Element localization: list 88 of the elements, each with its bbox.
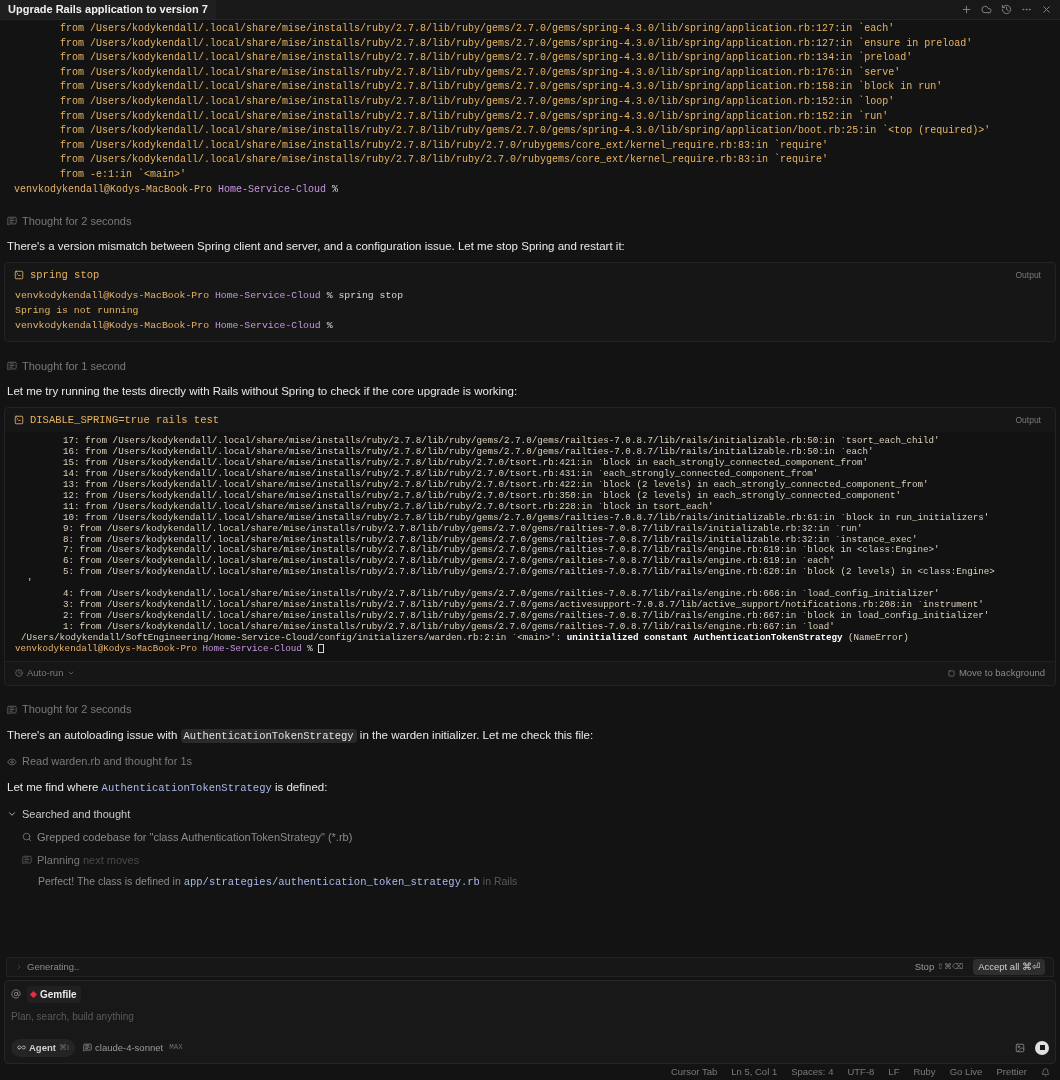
- prompt-line: venvkodykendall@Kodys-MacBook-Pro Home-Service-Cloud %: [15, 643, 1045, 655]
- status-item[interactable]: LF: [888, 1064, 900, 1080]
- terminal-icon: [14, 415, 24, 426]
- trace-line: ': [26, 578, 34, 590]
- cloud-icon[interactable]: [981, 4, 992, 15]
- message-text: Let me try running the tests directly with Rails without Spring to check if the core upgrade is working:: [6, 384, 519, 400]
- group-toggle[interactable]: Searched and thought: [0, 805, 131, 823]
- thought-icon: [7, 704, 17, 715]
- output-line: Spring is not running: [15, 303, 140, 318]
- context-chip[interactable]: Gemfile: [27, 985, 81, 1003]
- trace-line: from /Users/kodykendall/.local/share/mise/installs/ruby/2.7.8/lib/ruby/gems/2.7.0/gems/spring-4.3.0/lib/spring/application.rb:134:in `preload': [59, 51, 914, 66]
- trace-line: from /Users/kodykendall/.local/share/mise/installs/ruby/2.7.8/lib/ruby/gems/2.7.0/gems/spring-4.3.0/lib/spring/application/boot.rb:25:in `<top (required)>': [59, 124, 992, 139]
- trace-line: 6: from /Users/kodykendall/.local/share/mise/installs/ruby/2.7.8/lib/ruby/gems/2.7.0/gems/railties-7.0.8.7/lib/rails/engine.rb:619:in `each': [62, 556, 836, 567]
- window-title[interactable]: Upgrade Rails application to version 7: [0, 0, 216, 19]
- trace-line: 12: from /Users/kodykendall/.local/share/mise/installs/ruby/2.7.8/lib/ruby/2.7.0/tsort.rb:350:in `block (2 levels) in each_strongly_connected_component': [62, 490, 903, 502]
- message-text: There's a version mismatch between Spring client and server, and a configuration issue. Let me stop Spring and restart it:: [6, 239, 626, 255]
- trace-line: 15: from /Users/kodykendall/.local/share/mise/installs/ruby/2.7.8/lib/ruby/2.7.0/tsort.rb:421:in `block in each_strongly_connected_component_from': [62, 458, 869, 469]
- prompt-line: venvkodykendall@Kodys-MacBook-Pro Home-Service-Cloud %: [15, 318, 334, 333]
- bell-icon[interactable]: [1041, 1067, 1050, 1077]
- accept-all-button[interactable]: Accept all ⌘⏎: [973, 958, 1045, 975]
- trace-line: 1: from /Users/kodykendall/.local/share/mise/installs/ruby/2.7.8/lib/ruby/gems/2.7.0/gems/railties-7.0.8.7/lib/rails/engine.rb:667:in `load': [62, 621, 836, 633]
- activity-label[interactable]: Read warden.rb and thought for 1s: [22, 753, 192, 770]
- stop-button[interactable]: Stop: [914, 959, 935, 974]
- prompt-line: venvkodykendall@Kodys-MacBook-Pro Home-Service-Cloud % spring stop: [15, 289, 405, 304]
- trace-line: 5: from /Users/kodykendall/.local/share/mise/installs/ruby/2.7.8/lib/ruby/gems/2.7.0/gems/railties-7.0.8.7/lib/rails/engine.rb:620:in `block (2 levels) in <class:Engine>: [62, 567, 996, 579]
- thought-icon: [22, 854, 32, 865]
- terminal-command: DISABLE_SPRING=true rails test: [30, 412, 220, 428]
- trace-line: 14: from /Users/kodykendall/.local/share/mise/installs/ruby/2.7.8/lib/ruby/2.7.0/tsort.rb:431:in `each_strongly_connected_component_from': [62, 469, 820, 480]
- shortcut-hint: ⇧⌘⌫: [937, 960, 964, 973]
- status-item[interactable]: Spaces: 4: [791, 1064, 834, 1080]
- terminal-icon: [14, 270, 24, 281]
- chat-icon: [83, 1043, 92, 1053]
- trace-line: 8: from /Users/kodykendall/.local/share/mise/installs/ruby/2.7.8/lib/ruby/gems/2.7.0/gems/railties-7.0.8.7/lib/rails/initializable.rb:32:in `instance_exec': [62, 534, 919, 545]
- message-text: There's an autoloading issue with AuthenticationTokenStrategy in the warden initializer. Let me check this file:: [6, 727, 595, 745]
- infinity-icon: [17, 1043, 26, 1053]
- status-item[interactable]: Go Live: [949, 1064, 983, 1080]
- trace-line: 9: from /Users/kodykendall/.local/share/mise/installs/ruby/2.7.8/lib/ruby/gems/2.7.0/gems/railties-7.0.8.7/lib/rails/initializable.rb:32:in `run': [62, 523, 864, 535]
- status-item[interactable]: Ruby: [913, 1064, 936, 1080]
- trace-line: from /Users/kodykendall/.local/share/mise/installs/ruby/2.7.8/lib/ruby/gems/2.7.0/gems/spring-4.3.0/lib/spring/application.rb:127:in `ensure in preload': [59, 36, 974, 51]
- trace-line: 11: from /Users/kodykendall/.local/share/mise/installs/ruby/2.7.8/lib/ruby/2.7.0/tsort.rb:228:in `block in tsort_each': [62, 501, 715, 513]
- status-item[interactable]: UTF-8: [847, 1064, 875, 1080]
- chevron-icon: [15, 962, 23, 971]
- trace-line: 17: from /Users/kodykendall/.local/share/mise/installs/ruby/2.7.8/lib/ruby/gems/2.7.0/gems/railties-7.0.8.7/lib/rails/initializable.rb:50:in `tsort_each_child': [62, 436, 941, 447]
- clock-icon: [15, 669, 23, 678]
- thought-label[interactable]: Thought for 2 seconds: [22, 212, 132, 230]
- history-icon[interactable]: [1001, 4, 1012, 15]
- add-icon[interactable]: [961, 4, 972, 15]
- trace-line: from /Users/kodykendall/.local/share/mise/installs/ruby/2.7.8/lib/ruby/gems/2.7.0/gems/spring-4.3.0/lib/spring/application.rb:158:in `block in run': [59, 80, 944, 95]
- status-item[interactable]: Cursor Tab: [670, 1064, 718, 1080]
- thought-icon: [7, 361, 17, 372]
- trace-line: from /Users/kodykendall/.local/share/mise/installs/ruby/2.7.8/lib/ruby/gems/2.7.0/gems/spring-4.3.0/lib/spring/application.rb:176:in `serve': [59, 65, 902, 80]
- trace-line: from /Users/kodykendall/.local/share/mise/installs/ruby/2.7.8/lib/ruby/gems/2.7.0/gems/spring-4.3.0/lib/spring/application.rb:127:in `each': [59, 22, 896, 36]
- auto-run-dropdown[interactable]: Auto-run: [15, 665, 76, 681]
- trace-line: 13: from /Users/kodykendall/.local/share/mise/installs/ruby/2.7.8/lib/ruby/2.7.0/tsort.rb:422:in `block (2 levels) in each_strongly_connected_component_from': [62, 480, 930, 491]
- status-item[interactable]: Prettier: [996, 1064, 1027, 1080]
- thought-icon: [7, 216, 17, 227]
- message-text: Let me find where AuthenticationTokenStrategy is defined:: [6, 779, 329, 796]
- eye-icon: [7, 756, 17, 767]
- trace-line: 2: from /Users/kodykendall/.local/share/mise/installs/ruby/2.7.8/lib/ruby/gems/2.7.0/gems/railties-7.0.8.7/lib/rails/engine.rb:667:in `block in load_config_initializer': [62, 610, 991, 622]
- trace-line: 16: from /Users/kodykendall/.local/share/mise/installs/ruby/2.7.8/lib/ruby/gems/2.7.0/gems/railties-7.0.8.7/lib/rails/initializable.rb:50:in `each': [62, 447, 875, 458]
- ruby-icon: [29, 990, 38, 998]
- prompt-line: venvkodykendall@Kodys-MacBook-Pro Home-Service-Cloud %: [14, 182, 340, 197]
- move-to-background-button[interactable]: Move to background: [947, 665, 1045, 681]
- thought-label[interactable]: Thought for 2 seconds: [22, 701, 132, 718]
- prompt-field[interactable]: Plan, search, build anything: [11, 1008, 1049, 1024]
- output-button[interactable]: Output: [1011, 414, 1045, 427]
- trace-line: from /Users/kodykendall/.local/share/mise/installs/ruby/2.7.8/lib/ruby/gems/2.7.0/gems/spring-4.3.0/lib/spring/application.rb:152:in `loop': [59, 94, 896, 109]
- error-line: /Users/kodykendall/SoftEngineering/Home-Service-Cloud/config/initializers/warden.rb:2:in `<main>': uninitialized constant AuthenticationTokenStrategy (NameError): [20, 632, 910, 644]
- trace-line: 10: from /Users/kodykendall/.local/share/mise/installs/ruby/2.7.8/lib/ruby/gems/2.7.0/gems/railties-7.0.8.7/lib/rails/initializable.rb:61:in `block in run_initializers': [62, 512, 991, 524]
- trace-line: from /Users/kodykendall/.local/share/mise/installs/ruby/2.7.8/lib/ruby/2.7.0/rubygems/core_ext/kernel_require.rb:83:in `require': [59, 153, 830, 168]
- status-item[interactable]: Ln 5, Col 1: [731, 1064, 778, 1080]
- thought-label[interactable]: Thought for 1 second: [22, 357, 126, 375]
- terminal-command: spring stop: [30, 267, 100, 283]
- trace-line: from /Users/kodykendall/.local/share/mise/installs/ruby/2.7.8/lib/ruby/gems/2.7.0/gems/spring-4.3.0/lib/spring/application.rb:152:in `run': [59, 109, 890, 124]
- trace-line: from /Users/kodykendall/.local/share/mise/installs/ruby/2.7.8/lib/ruby/2.7.0/rubygems/core_ext/kernel_require.rb:83:in `require': [59, 138, 830, 153]
- output-button[interactable]: Output: [1011, 269, 1045, 282]
- search-icon: [22, 832, 32, 843]
- generating-label: Generating..: [27, 959, 80, 974]
- image-icon[interactable]: [1015, 1042, 1025, 1053]
- stop-generation-button[interactable]: [1035, 1040, 1049, 1055]
- trace-line: 7: from /Users/kodykendall/.local/share/mise/installs/ruby/2.7.8/lib/ruby/gems/2.7.0/gems/railties-7.0.8.7/lib/rails/engine.rb:619:in `block in <class:Engine>': [62, 545, 941, 556]
- close-icon[interactable]: [1041, 4, 1052, 15]
- trace-line: 3: from /Users/kodykendall/.local/share/mise/installs/ruby/2.7.8/lib/ruby/gems/2.7.0/gems/activesupport-7.0.8.7/lib/active_support/notifications.rb:208:in `instrument': [62, 600, 985, 611]
- trace-line: 4: from /Users/kodykendall/.local/share/mise/installs/ruby/2.7.8/lib/ruby/gems/2.7.0/gems/railties-7.0.8.7/lib/rails/engine.rb:666:in `load_config_initializer': [62, 589, 941, 600]
- search-step[interactable]: Grepped codebase for "class AuthenticationTokenStrategy" (*.rb): [37, 829, 353, 846]
- trace-line: from -e:1:in `<main>': [59, 167, 188, 182]
- result-text: Perfect! The class is defined in app/strategies/authentication_token_strategy.rb in Rails: [37, 874, 519, 891]
- mention-icon[interactable]: [11, 989, 21, 1000]
